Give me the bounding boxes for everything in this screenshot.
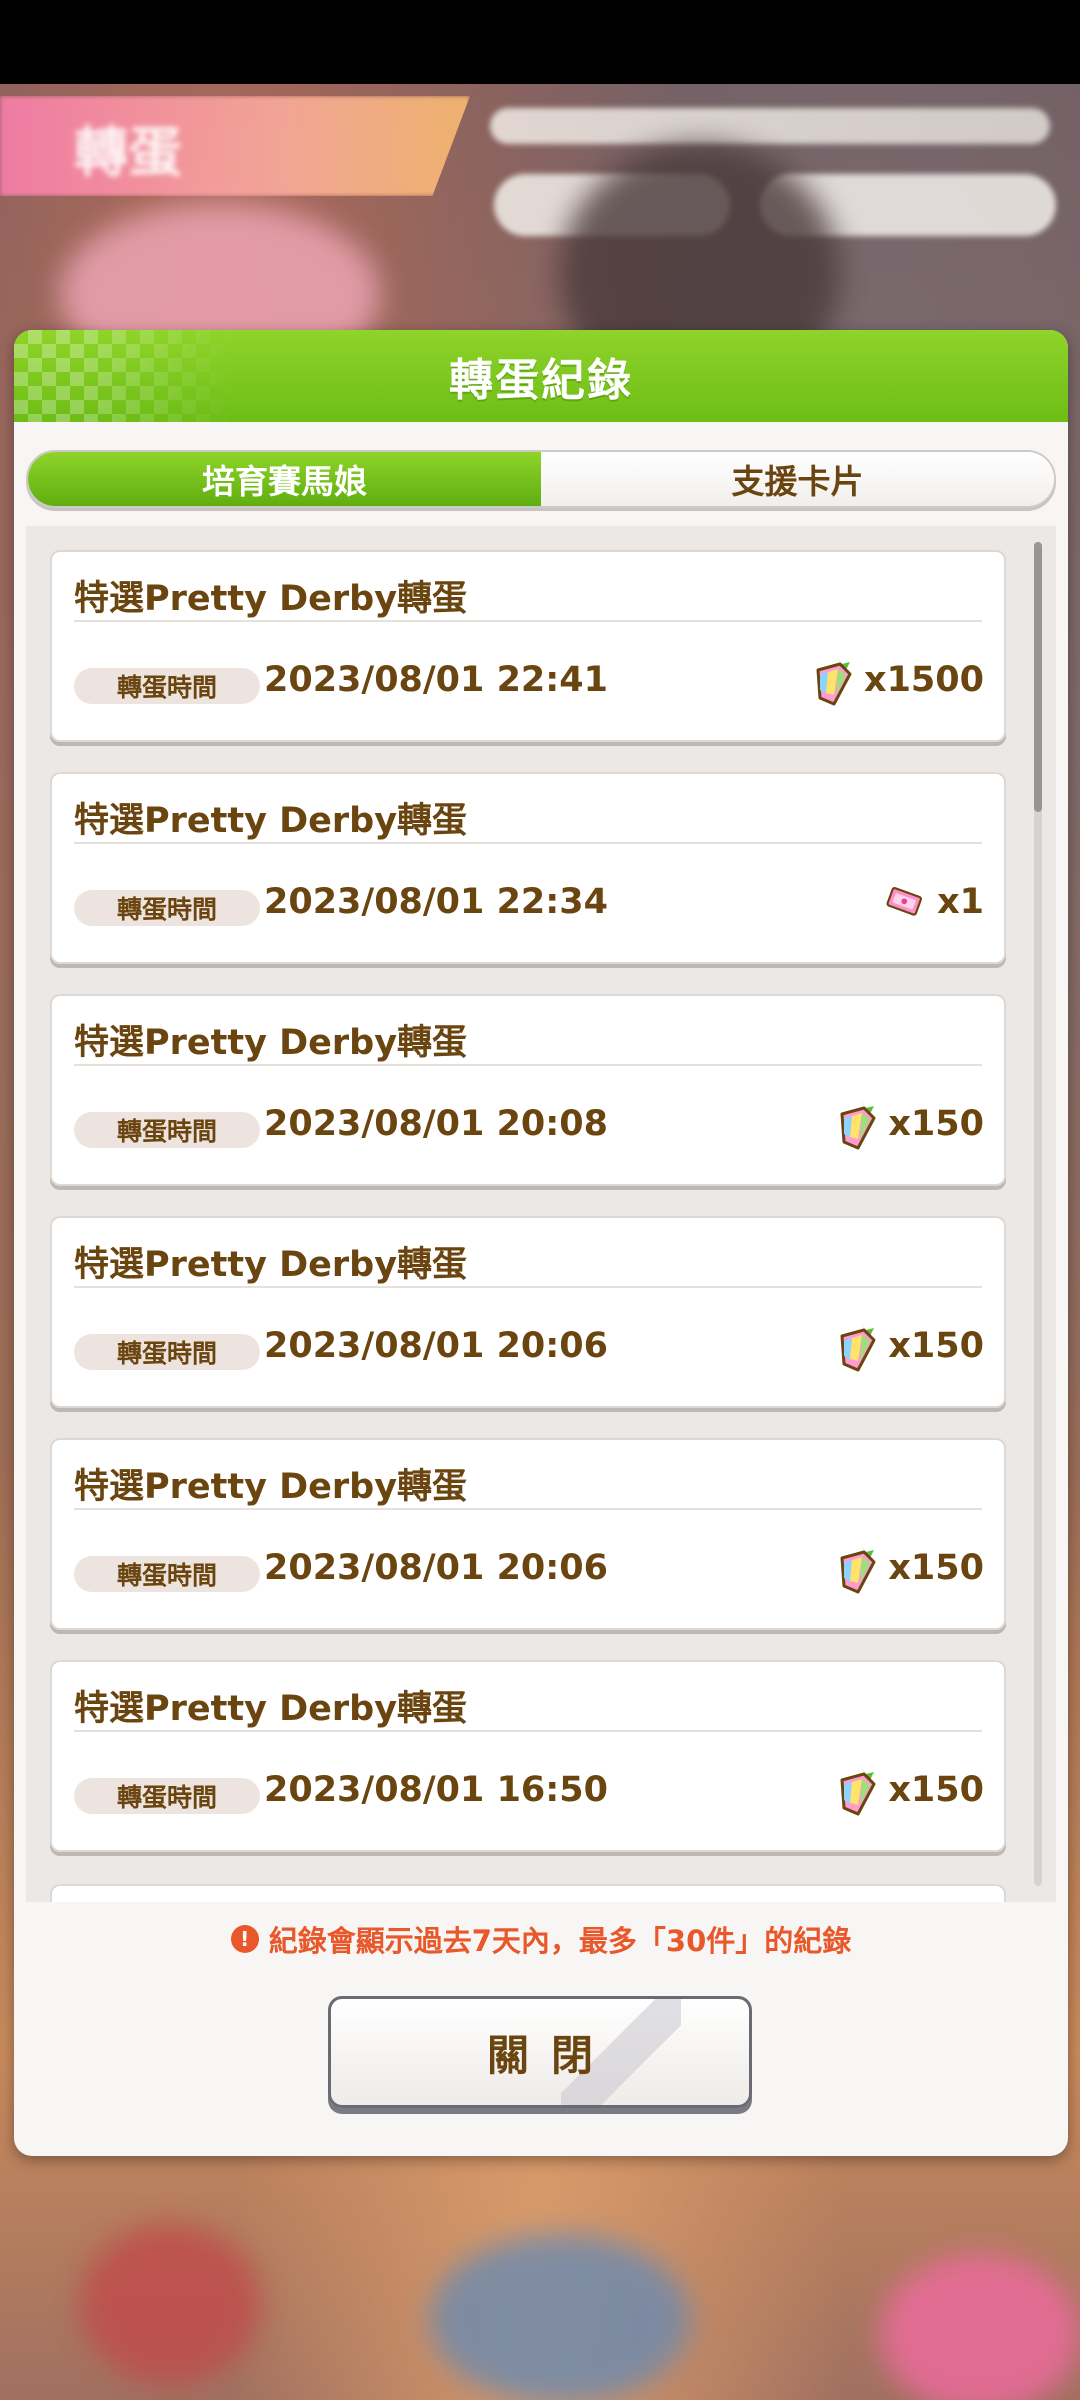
warning-icon: ! [230,1925,259,1953]
record-card-partial [50,1884,1006,1902]
carat-gem-icon [840,1322,876,1372]
notice-text: 紀錄會顯示過去7天內，最多「30件」的紀錄 [268,1924,852,1958]
cost-amount: x1 [937,882,984,922]
record-card: 特選Pretty Derby轉蛋 轉蛋時間 2023/08/01 20:06 x… [50,1216,1006,1408]
divider [74,842,982,844]
record-time: 2023/08/01 16:50 [264,1770,608,1810]
record-card: 特選Pretty Derby轉蛋 轉蛋時間 2023/08/01 16:50 x… [50,1660,1006,1852]
background-resource-bar [490,108,1050,144]
cost-amount: x150 [888,1104,984,1144]
divider [74,1064,982,1066]
record-cost: x150 [830,1096,984,1152]
notice-row: ! 紀錄會顯示過去7天內，最多「30件」的紀錄 [14,1918,1068,1960]
gacha-record-list[interactable]: 特選Pretty Derby轉蛋 轉蛋時間 2023/08/01 22:41 x… [26,526,1056,1902]
divider [74,1286,982,1288]
tab-bar: 培育賽馬娘 支援卡片 [26,450,1056,508]
cost-amount: x1500 [864,660,984,700]
tab-trainee-umamusume[interactable]: 培育賽馬娘 [28,452,541,506]
record-title: 特選Pretty Derby轉蛋 [74,801,468,841]
cost-amount: x150 [888,1770,984,1810]
time-label: 轉蛋時間 [74,1112,260,1148]
record-card: 特選Pretty Derby轉蛋 轉蛋時間 2023/08/01 22:34 x… [50,772,1006,964]
record-time: 2023/08/01 22:41 [264,660,608,700]
record-time: 2023/08/01 20:06 [264,1548,608,1588]
record-title: 特選Pretty Derby轉蛋 [74,1467,468,1507]
divider [74,1730,982,1732]
carat-gem-icon [840,1544,876,1594]
record-cost: x150 [830,1318,984,1374]
divider [74,620,982,622]
record-card: 特選Pretty Derby轉蛋 轉蛋時間 2023/08/01 20:08 x… [50,994,1006,1186]
dialog-header: 轉蛋紀錄 [14,330,1068,422]
time-label: 轉蛋時間 [74,890,260,926]
cost-amount: x150 [888,1326,984,1366]
close-button-label: 關閉 [486,2030,615,2080]
header-decoration [14,330,234,422]
background-blob [880,2254,1080,2400]
time-label: 轉蛋時間 [74,1778,260,1814]
record-title: 特選Pretty Derby轉蛋 [74,1245,468,1285]
dialog-title: 轉蛋紀錄 [449,355,633,406]
background-banner-title: 轉蛋 [74,121,182,184]
time-label: 轉蛋時間 [74,1334,260,1370]
carat-gem-icon [840,1100,876,1150]
carat-gem-icon [816,656,852,706]
scrollbar-thumb[interactable] [1034,542,1042,812]
background-blob [80,2224,260,2384]
record-card: 特選Pretty Derby轉蛋 轉蛋時間 2023/08/01 22:41 x… [50,550,1006,742]
background-blob [430,2234,690,2400]
time-label: 轉蛋時間 [74,1556,260,1592]
divider [74,1508,982,1510]
gacha-history-dialog: 轉蛋紀錄 培育賽馬娘 支援卡片 特選Pretty Derby轉蛋 轉蛋時間 20… [14,330,1068,2156]
record-title: 特選Pretty Derby轉蛋 [74,1689,468,1729]
cost-amount: x150 [888,1548,984,1588]
time-label: 轉蛋時間 [74,668,260,704]
close-button[interactable]: 關閉 [328,1996,752,2108]
record-cost: x1500 [806,652,984,708]
record-time: 2023/08/01 20:06 [264,1326,608,1366]
background-banner [0,96,470,196]
record-title: 特選Pretty Derby轉蛋 [74,579,468,619]
status-bar [0,0,1080,84]
carat-gem-icon [840,1766,876,1816]
record-cost: x150 [830,1540,984,1596]
tab-support-card[interactable]: 支援卡片 [541,452,1054,506]
record-cost: x150 [830,1762,984,1818]
record-time: 2023/08/01 22:34 [264,882,608,922]
gacha-ticket-icon [886,887,923,916]
record-cost: x1 [879,882,984,922]
record-card: 特選Pretty Derby轉蛋 轉蛋時間 2023/08/01 20:06 x… [50,1438,1006,1630]
record-title: 特選Pretty Derby轉蛋 [74,1023,468,1063]
record-time: 2023/08/01 20:08 [264,1104,608,1144]
